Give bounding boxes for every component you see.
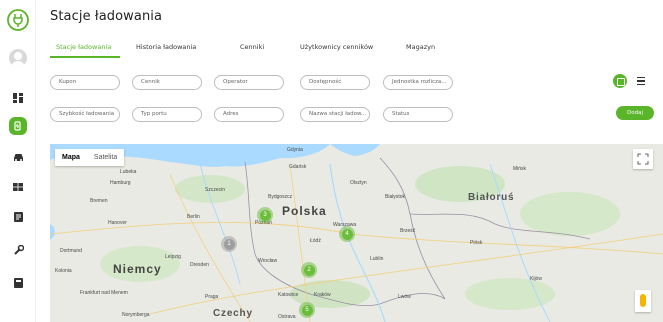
- map-label-city: Lublin: [370, 256, 384, 262]
- document-icon[interactable]: [8, 207, 28, 227]
- street-view-pegman-icon[interactable]: [635, 290, 651, 312]
- map-view[interactable]: Mapa Satelita Polska Niemcy Białoruś Cze…: [50, 144, 663, 322]
- filter-kupon[interactable]: Kupon: [50, 75, 120, 90]
- filter-typ-portu[interactable]: Typ portu: [132, 107, 202, 122]
- station-cluster-marker[interactable]: 3: [257, 207, 273, 223]
- table-icon[interactable]: [8, 177, 28, 197]
- map-label-city: Szczecin: [205, 187, 226, 193]
- filter-jednostka-rozliczeniowa[interactable]: Jednostka rozlicza...: [383, 75, 453, 90]
- map-label-country: Polska: [282, 204, 327, 218]
- wrench-icon[interactable]: [8, 240, 28, 260]
- map-label-city: Łódź: [310, 238, 321, 244]
- station-cluster-marker[interactable]: 2: [301, 262, 317, 278]
- filter-status[interactable]: Status: [383, 107, 453, 122]
- map-view-toggle-icon[interactable]: [613, 74, 627, 88]
- map-label-city: Mińsk: [513, 166, 527, 172]
- map-label-country: Czechy: [213, 308, 253, 319]
- tab-historia-ladowania[interactable]: Historia ładowania: [136, 43, 196, 51]
- map-label-city: Białystok: [385, 194, 406, 200]
- map-type-mapa[interactable]: Mapa: [55, 149, 87, 166]
- map-type-switch: Mapa Satelita: [55, 149, 125, 166]
- station-cluster-marker[interactable]: 5: [299, 302, 315, 318]
- map-label-country: Niemcy: [113, 262, 162, 276]
- tab-stacje-ladowania[interactable]: Stacje ładowania: [56, 43, 111, 51]
- station-cluster-marker[interactable]: 4: [339, 226, 355, 242]
- map-label-city: Lubeka: [120, 169, 137, 175]
- car-icon[interactable]: [8, 147, 28, 167]
- map-label-city: Katowice: [278, 292, 299, 298]
- sidebar: [0, 0, 36, 322]
- map-label-city: Frankfurt nad Menem: [80, 290, 128, 296]
- filter-dostepnosc[interactable]: Dostępność: [300, 75, 370, 90]
- map-label-city: Brześć: [400, 228, 416, 234]
- map-type-satelita[interactable]: Satelita: [87, 149, 124, 166]
- map-label-city: Hanover: [108, 220, 127, 226]
- book-icon[interactable]: [8, 273, 28, 293]
- user-avatar-icon[interactable]: [8, 48, 28, 68]
- charging-plug-icon[interactable]: [6, 8, 30, 32]
- filter-adres[interactable]: Adres: [214, 107, 284, 122]
- station-cluster-marker-unavailable[interactable]: 1: [221, 236, 237, 252]
- dashboard-icon[interactable]: [8, 88, 28, 108]
- map-label-city: Wrocław: [258, 258, 278, 264]
- map-label-city: Dresden: [190, 262, 209, 268]
- map-base-layer: [50, 144, 663, 322]
- map-label-city: Berlin: [187, 214, 200, 220]
- map-label-city: Bydgoszcz: [268, 194, 293, 200]
- filter-nazwa-stacji[interactable]: Nazwa stacji ładow...: [300, 107, 370, 122]
- charging-station-icon[interactable]: [8, 116, 28, 136]
- map-label-city: Kraków: [314, 292, 331, 298]
- map-label-city: Dortmund: [60, 248, 82, 254]
- map-label-city: Gdynia: [287, 147, 303, 153]
- tab-uzytkownicy-cennikow[interactable]: Użytkownicy cenników: [300, 43, 373, 51]
- map-label-city: Praga: [205, 294, 219, 300]
- map-label-city: Gdańsk: [289, 164, 307, 170]
- filter-szybkosc-ladowania[interactable]: Szybkość ładowania: [50, 107, 120, 122]
- active-tab-indicator: [50, 56, 120, 58]
- add-button[interactable]: Dodaj: [616, 106, 654, 120]
- page-title: Stacje ładowania: [50, 9, 163, 24]
- map-label-city: Lwów: [398, 294, 411, 300]
- map-label-country: Białoruś: [468, 192, 515, 203]
- map-label-city: Kijów: [530, 276, 542, 282]
- map-label-city: Norymberga: [122, 312, 150, 318]
- map-label-city: Olsztyn: [350, 180, 367, 186]
- fullscreen-icon[interactable]: [633, 149, 653, 169]
- list-view-icon[interactable]: [637, 77, 645, 85]
- map-label-city: Kolonia: [55, 268, 72, 274]
- tab-magazyn[interactable]: Magazyn: [406, 43, 435, 51]
- map-label-city: Leipzig: [165, 254, 181, 260]
- map-label-city: Ostrava: [278, 314, 296, 320]
- filter-operator[interactable]: Operator: [214, 75, 284, 90]
- app-root: Stacje ładowania Stacje ładowania Histor…: [0, 0, 663, 322]
- filter-cennik[interactable]: Cennik: [132, 75, 202, 90]
- map-label-city: Hamburg: [110, 180, 131, 186]
- map-label-city: Bremen: [90, 198, 108, 204]
- map-label-city: Pińsk: [470, 240, 483, 246]
- tab-cenniki[interactable]: Cenniki: [240, 43, 264, 51]
